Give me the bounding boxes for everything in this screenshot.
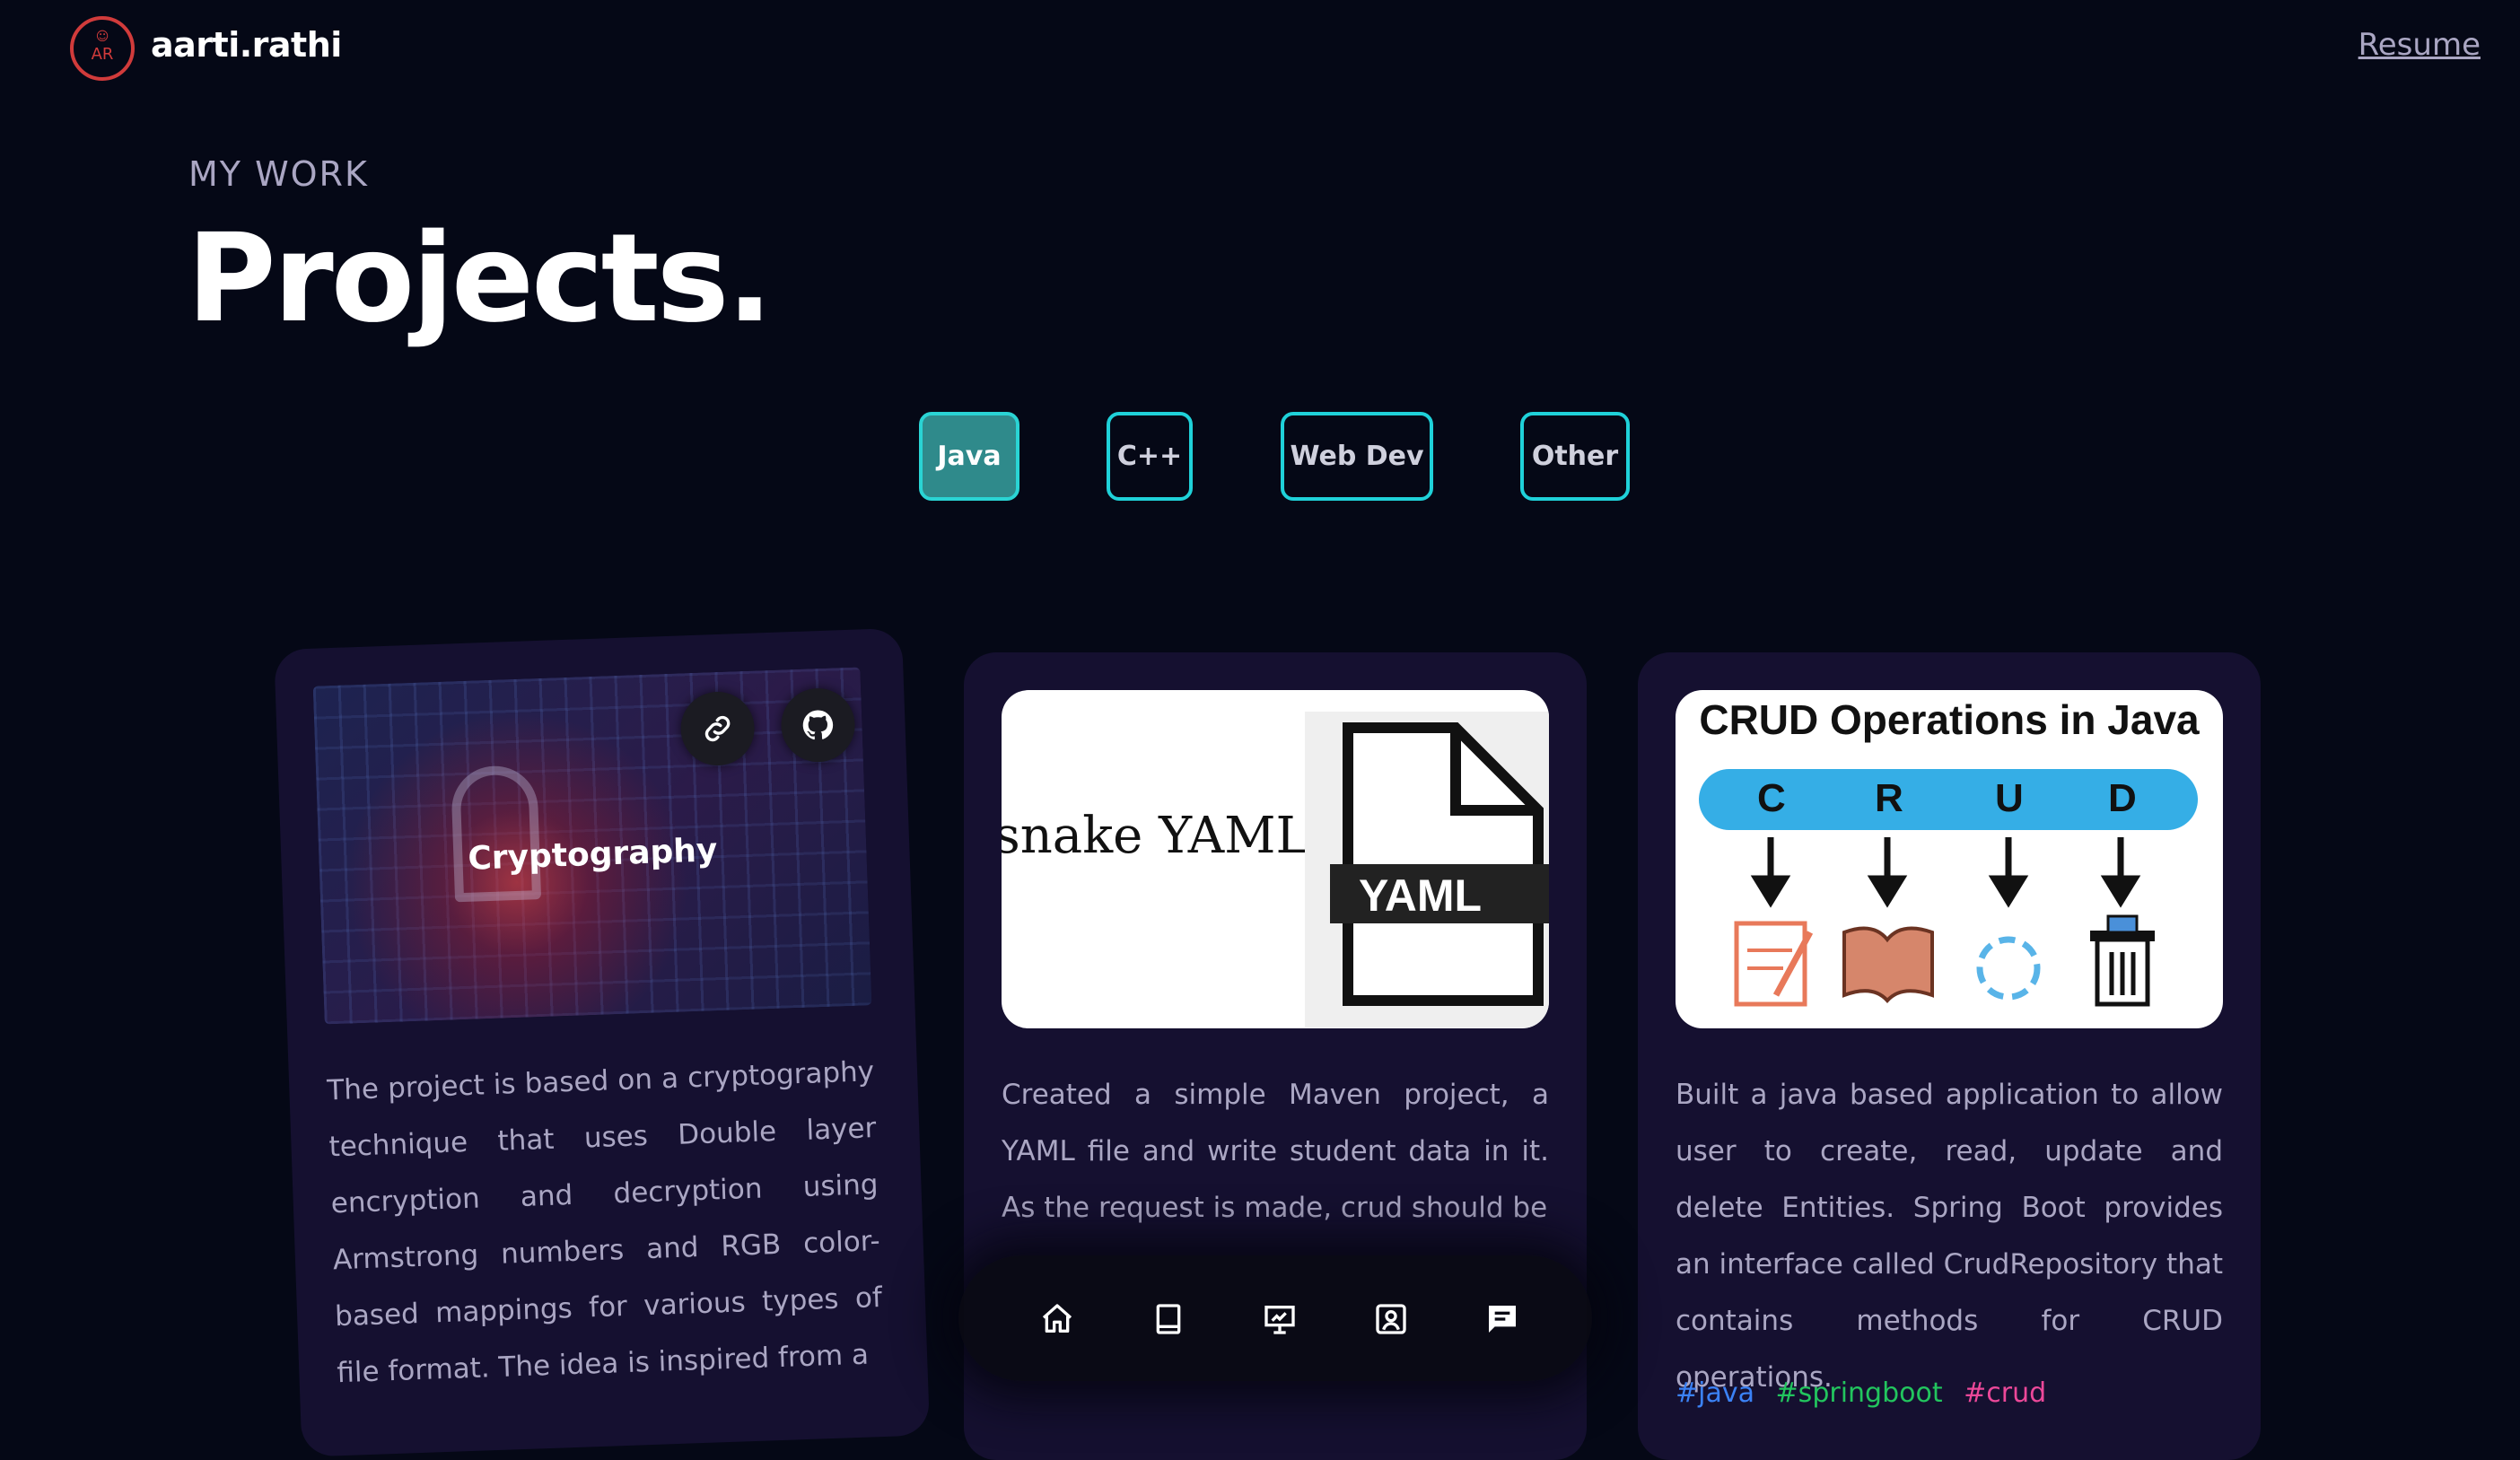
- home-icon: [1042, 1304, 1072, 1333]
- project-description: Created a simple Maven project, a YAML f…: [1002, 1079, 1549, 1224]
- yaml-badge: YAML: [1359, 870, 1483, 921]
- robot-icon: ☺: [95, 30, 109, 44]
- filter-tab-cpp[interactable]: C++: [1107, 412, 1193, 501]
- section-subtitle: MY WORK: [188, 154, 369, 194]
- dock-messages[interactable]: [1477, 1294, 1527, 1344]
- project-image-title: Cryptography: [467, 832, 719, 878]
- chat-icon: [1489, 1306, 1516, 1333]
- project-description: The project is based on a cryptography t…: [326, 1055, 883, 1390]
- dock-about[interactable]: [1143, 1294, 1194, 1344]
- filter-tab-java[interactable]: Java: [919, 412, 1019, 501]
- project-card-crud[interactable]: CRUD Operations in Java C R U D Built a …: [1638, 652, 2261, 1460]
- project-image-text: snake YAML: [1002, 807, 1309, 865]
- presentation-icon: [1264, 1306, 1295, 1334]
- crud-letter-r: R: [1875, 776, 1903, 820]
- project-card-cryptography[interactable]: Cryptography The project is based on a c…: [274, 627, 931, 1457]
- contact-card-icon: [1376, 1304, 1406, 1334]
- filter-tab-web-dev[interactable]: Web Dev: [1281, 412, 1433, 501]
- project-image: CRUD Operations in Java C R U D: [1676, 690, 2223, 1028]
- tag-crud: #crud: [1964, 1377, 2047, 1409]
- filter-tab-other[interactable]: Other: [1520, 412, 1630, 501]
- crud-letter-c: C: [1757, 776, 1786, 820]
- brand-name[interactable]: aarti.rathi: [151, 25, 342, 65]
- dock-home[interactable]: [1032, 1294, 1082, 1344]
- logo-initials: AR: [91, 45, 114, 64]
- tag-springboot: #springboot: [1775, 1377, 1943, 1409]
- dock-projects[interactable]: [1255, 1294, 1305, 1344]
- lock-icon: [450, 765, 542, 903]
- project-image: snake YAML YAML: [1002, 690, 1549, 1028]
- crud-letter-u: U: [1995, 776, 2024, 820]
- github-icon: [802, 710, 834, 740]
- page-title: Projects.: [187, 208, 773, 350]
- logo-avatar[interactable]: ☺ AR: [70, 16, 135, 81]
- yaml-file-icon: YAML: [1305, 712, 1549, 1027]
- bottom-dock: [958, 1255, 1592, 1381]
- project-tags: #java #springboot #crud: [1676, 1377, 2059, 1409]
- link-button[interactable]: [679, 690, 756, 767]
- link-icon: [704, 715, 731, 742]
- resume-link[interactable]: Resume: [2358, 27, 2481, 63]
- crud-arrows-icons: [1734, 837, 2155, 1007]
- project-image-title: CRUD Operations in Java: [1699, 696, 2200, 743]
- project-image: Cryptography: [312, 667, 872, 1025]
- dock-contact[interactable]: [1366, 1294, 1416, 1344]
- project-description: Built a java based application to allow …: [1676, 1079, 2223, 1394]
- navbar: ☺ AR aarti.rathi Resume: [0, 0, 2520, 93]
- tag-java: #java: [1676, 1377, 1754, 1409]
- book-icon: [1156, 1304, 1181, 1334]
- crud-letter-d: D: [2108, 776, 2137, 820]
- github-button[interactable]: [780, 686, 856, 764]
